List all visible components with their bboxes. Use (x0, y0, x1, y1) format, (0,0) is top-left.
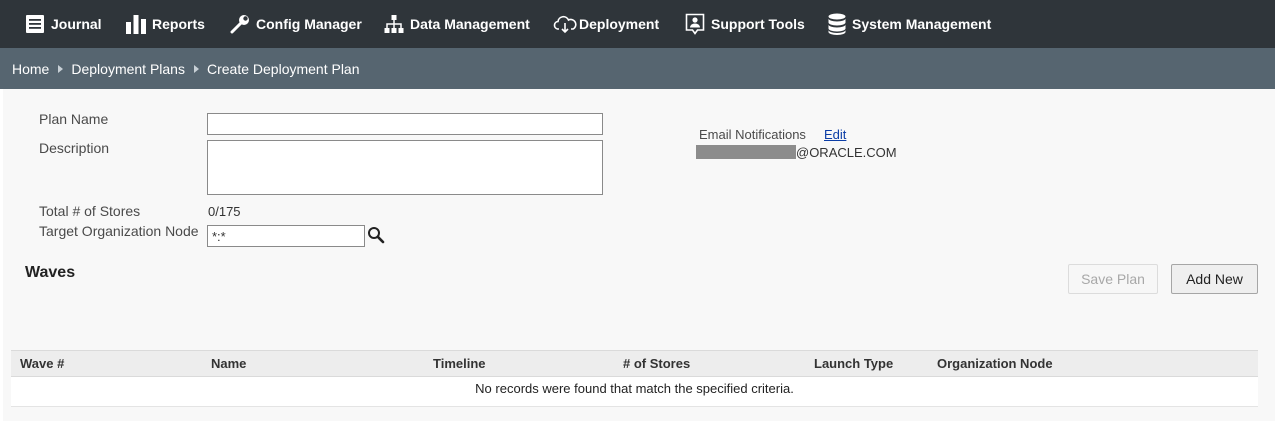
nav-config-manager-label: Config Manager (256, 16, 362, 32)
total-stores-label: Total # of Stores (39, 203, 141, 219)
plan-name-input[interactable] (207, 113, 603, 135)
database-icon (828, 13, 852, 35)
search-icon[interactable] (367, 226, 385, 249)
nav-system-management[interactable]: System Management (828, 0, 991, 48)
nav-deployment[interactable]: Deployment (553, 0, 659, 48)
col-name[interactable]: Name (211, 356, 246, 371)
waves-title: Waves (25, 264, 76, 281)
breadcrumb: Home Deployment Plans Create Deployment … (0, 48, 1275, 89)
nav-config-manager[interactable]: Config Manager (230, 0, 362, 48)
nav-data-management[interactable]: Data Management (384, 0, 530, 48)
description-label: Description (39, 140, 110, 156)
email-address-suffix: @ORACLE.COM (796, 145, 897, 160)
book-icon (25, 14, 51, 34)
breadcrumb-separator-icon (193, 64, 199, 73)
email-notifications-label: Email Notifications (699, 127, 806, 142)
hierarchy-icon (384, 14, 410, 34)
top-nav: Journal Reports Config Manager Data Mana… (0, 0, 1275, 48)
target-org-label: Target Organization Node (39, 223, 199, 239)
nav-reports[interactable]: Reports (126, 0, 205, 48)
redacted-email-mask (696, 145, 796, 159)
create-plan-panel: Plan Name Description Total # of Stores … (3, 89, 1275, 421)
nav-support-tools-label: Support Tools (711, 16, 805, 32)
breadcrumb-current: Create Deployment Plan (206, 60, 360, 77)
breadcrumb-home[interactable]: Home (12, 61, 49, 77)
col-stores[interactable]: # of Stores (623, 356, 690, 371)
nav-deployment-label: Deployment (579, 16, 660, 32)
col-launch-type[interactable]: Launch Type (814, 356, 893, 371)
nav-journal-label: Journal (51, 16, 102, 32)
email-edit-link[interactable]: Edit (824, 127, 846, 142)
nav-data-management-label: Data Management (410, 16, 530, 32)
save-plan-button[interactable]: Save Plan (1068, 264, 1158, 294)
waves-table-header: Wave # Name Timeline # of Stores Launch … (11, 350, 1258, 377)
bar-chart-icon (126, 14, 152, 34)
nav-support-tools[interactable]: Support Tools (685, 0, 805, 48)
support-agent-icon (685, 13, 711, 35)
col-wave-number[interactable]: Wave # (20, 356, 64, 371)
empty-table-message: No records were found that match the spe… (475, 381, 794, 396)
description-input[interactable] (207, 140, 603, 195)
nav-journal[interactable]: Journal (25, 0, 102, 48)
add-new-button[interactable]: Add New (1171, 264, 1258, 294)
nav-reports-label: Reports (152, 16, 205, 32)
breadcrumb-separator-icon (58, 64, 64, 73)
plan-name-label: Plan Name (39, 111, 109, 127)
target-org-input[interactable] (207, 225, 365, 247)
breadcrumb-deployment-plans[interactable]: Deployment Plans (71, 61, 185, 77)
col-timeline[interactable]: Timeline (433, 356, 486, 371)
col-organization-node[interactable]: Organization Node (937, 356, 1053, 371)
wrench-icon (230, 14, 256, 34)
nav-system-management-label: System Management (852, 16, 992, 32)
total-stores-value: 0/175 (208, 204, 241, 219)
